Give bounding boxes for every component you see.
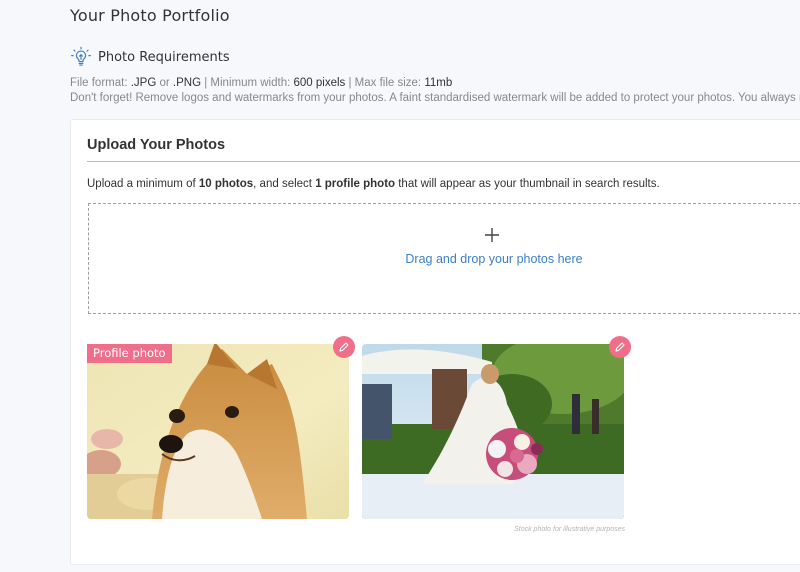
dropzone-text: Drag and drop your photos here — [405, 252, 583, 266]
profile-photo-badge: Profile photo — [87, 344, 172, 363]
instr-min-photos: 10 photos — [198, 178, 254, 190]
max-size-label: | Max file size: — [345, 77, 425, 89]
max-size-value: 11mb — [424, 77, 453, 89]
requirements-title: Photo Requirements — [98, 49, 230, 65]
dog-photo-image — [87, 344, 349, 519]
pencil-icon — [615, 342, 625, 352]
title-divider — [87, 161, 800, 162]
instr-text-3: that will appear as your thumbnail in se… — [395, 178, 660, 190]
instr-profile-photo: 1 profile photo — [315, 178, 396, 190]
requirements-specs: File format: .JPG or .PNG | Minimum widt… — [70, 77, 452, 89]
instr-text-2: , and select — [253, 178, 316, 190]
photo-thumbnail-wedding[interactable] — [362, 344, 624, 519]
page-title: Your Photo Portfolio — [70, 6, 230, 25]
format-png: .PNG — [172, 77, 202, 89]
wedding-photo-image — [362, 344, 624, 519]
lightbulb-icon — [71, 46, 91, 66]
min-width-value: 600 pixels — [293, 77, 346, 89]
photo-thumbnail-dog[interactable] — [87, 344, 349, 519]
edit-photo-2-button[interactable] — [609, 336, 631, 358]
stock-photo-caption: Stock photo for illustrative purposes — [514, 526, 625, 533]
requirements-header: Photo Requirements — [70, 46, 230, 68]
requirements-note: Don't forget! Remove logos and watermark… — [70, 92, 800, 104]
upload-card: Upload Your Photos Upload a minimum of 1… — [70, 119, 800, 565]
photo-dropzone[interactable]: Drag and drop your photos here — [88, 203, 800, 314]
format-label: File format: — [70, 77, 131, 89]
format-jpg: .JPG — [130, 77, 157, 89]
upload-instructions: Upload a minimum of 10 photos, and selec… — [87, 178, 660, 190]
format-or: or — [156, 77, 173, 89]
plus-icon — [485, 228, 499, 242]
pencil-icon — [339, 342, 349, 352]
min-width-label: | Minimum width: — [201, 77, 294, 89]
upload-title: Upload Your Photos — [87, 137, 226, 153]
edit-photo-1-button[interactable] — [333, 336, 355, 358]
instr-text-1: Upload a minimum of — [87, 178, 199, 190]
